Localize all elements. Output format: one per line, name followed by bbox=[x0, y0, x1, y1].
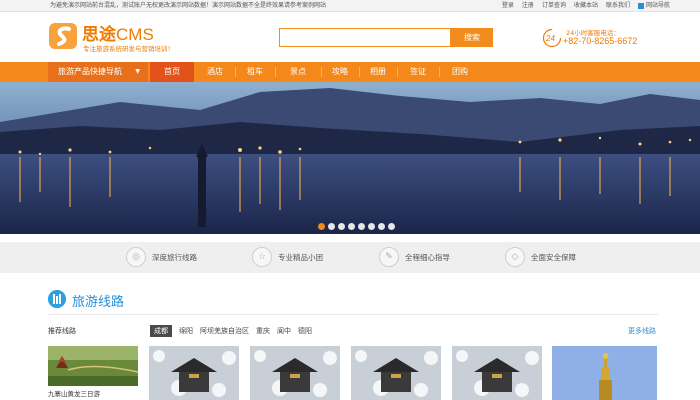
demo-notice: 为避免演示网站前台混乱，测试账户无权更改演示网站数据！演示网站数据不全是终效果请… bbox=[50, 2, 327, 9]
recommended-route-caption: 九寨山黄龙三日游 bbox=[48, 390, 100, 398]
slider-dot[interactable] bbox=[318, 223, 325, 230]
nav-item-visa[interactable]: 签证 bbox=[398, 62, 438, 82]
logo-title: 思途CMS bbox=[82, 20, 154, 45]
contact-link[interactable]: 联系我们 bbox=[606, 0, 630, 11]
order-query-link[interactable]: 订单查询 bbox=[542, 0, 566, 11]
logo-icon[interactable] bbox=[48, 21, 80, 51]
nav-item-group-buy[interactable]: 团购 bbox=[440, 62, 480, 82]
brand-cn: 思途 bbox=[82, 25, 116, 45]
chat-icon: ✎ bbox=[379, 247, 399, 267]
slider-dot[interactable] bbox=[338, 223, 345, 230]
shield-icon: ◇ bbox=[505, 247, 525, 267]
camera-icon: ◎ bbox=[126, 247, 146, 267]
nav-item-attractions[interactable]: 景点 bbox=[276, 62, 320, 82]
banner-image bbox=[0, 82, 700, 234]
slider-dot[interactable] bbox=[368, 223, 375, 230]
clock-24h-icon: 24 bbox=[542, 28, 562, 48]
slider-dots bbox=[318, 223, 395, 230]
city-tabs: 成都 绵阳 阿坝羌族自治区 重庆 阆中 德阳 bbox=[150, 325, 312, 337]
hotline-badge: 24 bbox=[545, 34, 555, 43]
logo-tagline: 专注旅游系统研发与营销培训！ bbox=[83, 45, 174, 53]
more-routes-link[interactable]: 更多线路 bbox=[628, 326, 656, 336]
tab-aba[interactable]: 阿坝羌族自治区 bbox=[200, 325, 249, 337]
route-card-image[interactable] bbox=[149, 346, 239, 400]
routes-section-icon bbox=[48, 290, 66, 308]
route-card-image[interactable] bbox=[552, 346, 657, 400]
nav-item-home[interactable]: 首页 bbox=[150, 62, 194, 82]
recommended-label: 推荐线路 bbox=[48, 327, 76, 335]
tab-langzhong[interactable]: 阆中 bbox=[277, 325, 291, 337]
register-link[interactable]: 注册 bbox=[522, 0, 534, 11]
tab-deyang[interactable]: 德阳 bbox=[298, 325, 312, 337]
star-icon: ☆ bbox=[252, 247, 272, 267]
tab-chengdu[interactable]: 成都 bbox=[150, 325, 172, 337]
feature-label: 深度旅行线路 bbox=[152, 252, 197, 262]
top-bar: 为避免演示网站前台混乱，测试账户无权更改演示网站数据！演示网站数据不全是终效果请… bbox=[0, 0, 700, 12]
nav-item-hotel[interactable]: 酒店 bbox=[196, 62, 234, 82]
site-nav-label: 网站导航 bbox=[645, 2, 670, 9]
nav-item-car-rental[interactable]: 租车 bbox=[236, 62, 274, 82]
chevron-down-icon: ▼ bbox=[135, 68, 140, 75]
feature-small-group: ☆ 专业精品小团 bbox=[252, 246, 323, 268]
site-nav-icon bbox=[637, 2, 644, 9]
slider-dot[interactable] bbox=[328, 223, 335, 230]
slider-dot[interactable] bbox=[358, 223, 365, 230]
brand-en: CMS bbox=[116, 25, 154, 44]
feature-strip: ◎ 深度旅行线路 ☆ 专业精品小团 ✎ 全程细心指导 ◇ 全面安全保障 bbox=[0, 242, 700, 273]
nav-item-guides[interactable]: 攻略 bbox=[322, 62, 358, 82]
routes-section-title: 旅游线路 bbox=[72, 295, 125, 310]
bookmark-link[interactable]: 收藏本站 bbox=[574, 0, 598, 11]
tab-chongqing[interactable]: 重庆 bbox=[256, 325, 270, 337]
feature-label: 全面安全保障 bbox=[531, 252, 576, 262]
site-nav-link[interactable]: 网站导航 bbox=[637, 0, 670, 11]
quick-nav-label: 旅游产品快捷导航 bbox=[58, 67, 122, 76]
search-input[interactable] bbox=[279, 28, 451, 47]
slider-dot[interactable] bbox=[388, 223, 395, 230]
main-nav: 旅游产品快捷导航 ▼ 首页 酒店 租车 景点 攻略 相册 签证 团购 bbox=[0, 62, 700, 82]
feature-label: 全程细心指导 bbox=[405, 252, 450, 262]
hotline-number: +82-70-8265-6672 bbox=[563, 36, 638, 46]
slider-dot[interactable] bbox=[348, 223, 355, 230]
route-card-image[interactable] bbox=[250, 346, 340, 400]
hero-banner[interactable] bbox=[0, 82, 700, 234]
nav-item-album[interactable]: 相册 bbox=[360, 62, 396, 82]
feature-deep-travel: ◎ 深度旅行线路 bbox=[126, 246, 197, 268]
recommended-route-image[interactable] bbox=[48, 346, 138, 386]
feature-label: 专业精品小团 bbox=[278, 252, 323, 262]
tab-mianyang[interactable]: 绵阳 bbox=[179, 325, 193, 337]
quick-nav-button[interactable]: 旅游产品快捷导航 ▼ bbox=[48, 62, 148, 82]
top-links: 登录 注册 订单查询 收藏本站 联系我们 网站导航 bbox=[502, 0, 670, 11]
slider-dot[interactable] bbox=[378, 223, 385, 230]
login-link[interactable]: 登录 bbox=[502, 0, 514, 11]
feature-guidance: ✎ 全程细心指导 bbox=[379, 246, 450, 268]
search-button[interactable]: 搜索 bbox=[451, 28, 493, 47]
section-divider bbox=[48, 314, 658, 315]
route-card-image[interactable] bbox=[452, 346, 542, 400]
feature-safety: ◇ 全面安全保障 bbox=[505, 246, 576, 268]
route-card-image[interactable] bbox=[351, 346, 441, 400]
